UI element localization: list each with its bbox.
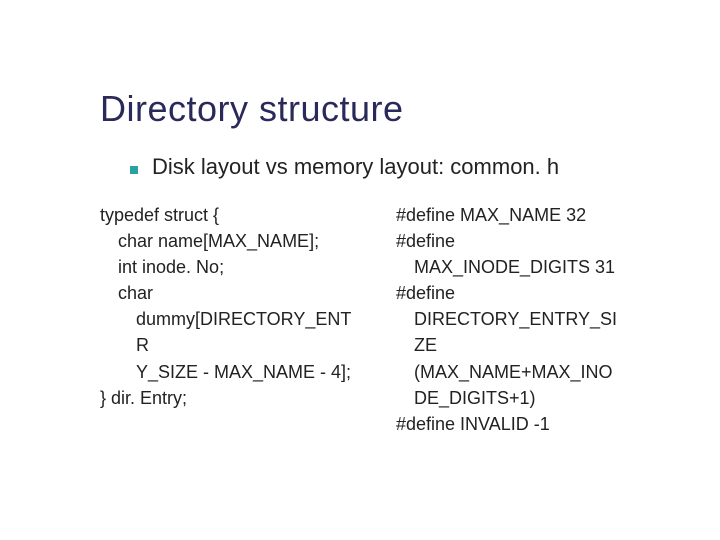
code-line: Y_SIZE - MAX_NAME - 4]; [100,359,360,385]
bullet-square-icon [130,166,138,174]
slide-content: Directory structure Disk layout vs memor… [0,0,720,477]
typedef-column: typedef struct { char name[MAX_NAME]; in… [100,202,360,437]
code-line: ZE [396,332,636,358]
code-line: #define [396,280,636,306]
code-line: DE_DIGITS+1) [396,385,636,411]
code-line: char name[MAX_NAME]; [100,228,360,254]
code-line: typedef struct { [100,202,360,228]
subtitle-row: Disk layout vs memory layout: common. h [100,154,680,180]
code-line: dummy[DIRECTORY_ENTR [100,306,360,358]
code-line: #define MAX_NAME 32 [396,202,636,228]
code-columns: typedef struct { char name[MAX_NAME]; in… [100,202,680,437]
defines-column: #define MAX_NAME 32 #define MAX_INODE_DI… [396,202,636,437]
code-line: #define [396,228,636,254]
slide-title: Directory structure [100,88,680,130]
code-line: (MAX_NAME+MAX_INO [396,359,636,385]
code-line: DIRECTORY_ENTRY_SI [396,306,636,332]
code-line: int inode. No; [100,254,360,280]
code-line: } dir. Entry; [100,385,360,411]
code-line: #define INVALID -1 [396,411,636,437]
code-line: char [100,280,360,306]
subtitle-text: Disk layout vs memory layout: common. h [152,154,559,180]
code-line: MAX_INODE_DIGITS 31 [396,254,636,280]
